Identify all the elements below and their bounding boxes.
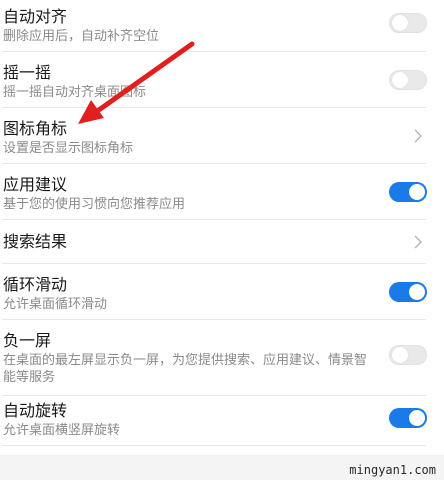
- setting-subtitle: 允许桌面横竖屏旋转: [3, 423, 121, 438]
- setting-subtitle: 设置是否显示图标角标: [3, 141, 134, 156]
- setting-app-suggestions[interactable]: 应用建议 基于您的使用习惯向您推荐应用: [0, 164, 444, 220]
- switch-knob: [392, 347, 408, 363]
- setting-subtitle: 基于您的使用习惯向您推荐应用: [3, 197, 186, 212]
- setting-subtitle: 允许桌面循环滑动: [3, 297, 108, 312]
- setting-loop-scroll[interactable]: 循环滑动 允许桌面循环滑动: [0, 264, 444, 320]
- auto-align-switch[interactable]: [389, 13, 427, 33]
- switch-knob: [409, 284, 425, 300]
- minus-one-screen-switch[interactable]: [389, 345, 427, 365]
- setting-title: 自动对齐: [3, 7, 68, 26]
- setting-title: 搜索结果: [3, 232, 68, 251]
- loop-scroll-switch[interactable]: [389, 282, 427, 302]
- watermark: mingyan1.com: [349, 463, 436, 477]
- setting-subtitle: 在桌面的最左屏显示负一屏，为您提供搜索、应用建议、情景智能等服务: [3, 353, 368, 385]
- switch-knob: [409, 410, 425, 426]
- setting-minus-one-screen[interactable]: 负一屏 在桌面的最左屏显示负一屏，为您提供搜索、应用建议、情景智能等服务: [0, 320, 444, 396]
- setting-shake[interactable]: 摇一摇 摇一摇自动对齐桌面图标: [0, 52, 444, 108]
- switch-knob: [409, 184, 425, 200]
- setting-title: 应用建议: [3, 175, 68, 194]
- settings-list: 自动对齐 删除应用后，自动补齐空位 摇一摇 摇一摇自动对齐桌面图标 图标角标 设…: [0, 0, 444, 455]
- auto-rotate-switch[interactable]: [389, 408, 427, 428]
- setting-auto-rotate[interactable]: 自动旋转 允许桌面横竖屏旋转: [0, 396, 444, 446]
- switch-knob: [392, 72, 408, 88]
- setting-title: 负一屏: [3, 331, 52, 350]
- setting-subtitle: 摇一摇自动对齐桌面图标: [3, 85, 147, 100]
- setting-title: 循环滑动: [3, 275, 68, 294]
- setting-subtitle: 删除应用后，自动补齐空位: [3, 29, 160, 44]
- setting-icon-badge[interactable]: 图标角标 设置是否显示图标角标: [0, 108, 444, 164]
- app-suggestions-switch[interactable]: [389, 182, 427, 202]
- setting-title: 图标角标: [3, 119, 68, 138]
- shake-switch[interactable]: [389, 70, 427, 90]
- setting-title: 摇一摇: [3, 63, 52, 82]
- chevron-right-icon: [414, 129, 422, 143]
- setting-title: 自动旋转: [3, 401, 68, 420]
- chevron-right-icon: [414, 235, 422, 249]
- setting-auto-align[interactable]: 自动对齐 删除应用后，自动补齐空位: [0, 0, 444, 52]
- setting-search-results[interactable]: 搜索结果: [0, 220, 444, 264]
- switch-knob: [392, 15, 408, 31]
